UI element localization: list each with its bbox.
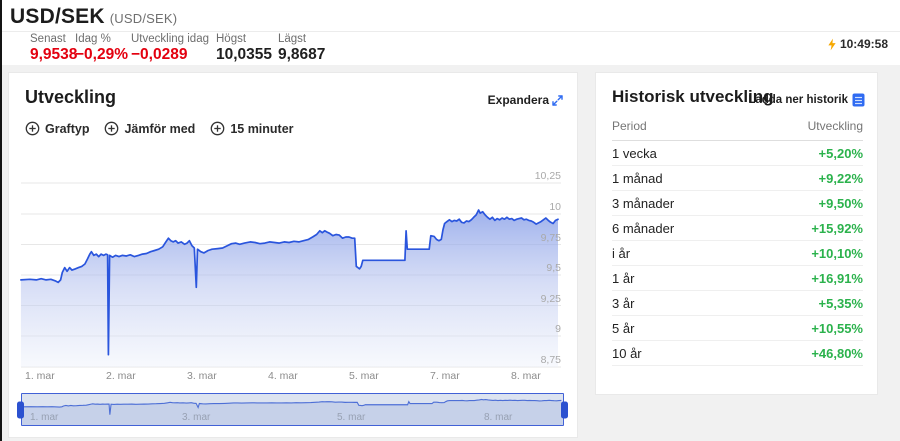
instrument-header: USD/SEK (USD/SEK) Senast 9,9538 Idag % −0…: [0, 0, 900, 65]
period-cell: 3 år: [612, 296, 634, 311]
value-cell: +15,92%: [811, 221, 863, 236]
value-cell: +10,10%: [811, 246, 863, 261]
table-row: 1 månad +9,22%: [612, 166, 863, 191]
table-row: i år +10,10%: [612, 241, 863, 266]
quote-time-text: 10:49:58: [840, 37, 888, 51]
period-cell: 1 månad: [612, 171, 663, 186]
navigator-chart: [22, 394, 563, 425]
stat-label: Idag %: [75, 33, 128, 45]
stat-label: Lägst: [278, 33, 325, 45]
table-row: 10 år +46,80%: [612, 341, 863, 366]
table-row: 5 år +10,55%: [612, 316, 863, 341]
table-row: 3 månader +9,50%: [612, 191, 863, 216]
document-download-icon: [852, 93, 865, 107]
interval-button[interactable]: 15 minuter: [210, 121, 293, 136]
compare-button[interactable]: Jämför med: [104, 121, 195, 136]
navigator-label: 8. mar: [484, 412, 512, 423]
download-history-label: Ladda ner historik: [748, 94, 848, 106]
table-row: 1 år +16,91%: [612, 266, 863, 291]
value-cell: +5,35%: [819, 296, 863, 311]
instrument-ticker: (USD/SEK): [110, 11, 178, 26]
circle-plus-icon: [210, 121, 225, 136]
value-cell: +16,91%: [811, 271, 863, 286]
charttype-button[interactable]: Graftyp: [25, 121, 89, 136]
price-area: [21, 210, 558, 367]
quote-timestamp: 10:49:58: [827, 37, 888, 51]
y-axis-label: 10,25: [515, 170, 561, 182]
value-cell: +5,20%: [819, 146, 863, 161]
value-cell: +9,50%: [819, 196, 863, 211]
x-axis-label: 4. mar: [268, 370, 298, 382]
y-axis-label: 9,5: [515, 262, 561, 274]
navigator-label: 5. mar: [337, 412, 365, 423]
period-cell: 1 år: [612, 271, 634, 286]
value-cell: +9,22%: [819, 171, 863, 186]
x-axis-label: 8. mar: [511, 370, 541, 382]
expand-arrows-icon: [552, 95, 563, 106]
period-cell: i år: [612, 246, 630, 261]
y-axis-label: 9,75: [515, 232, 561, 244]
header-divider: [0, 31, 900, 32]
history-panel: Historisk utveckling Ladda ner historik …: [595, 72, 878, 395]
col-period-header: Period: [612, 119, 647, 133]
col-utveckling-header: Utveckling: [808, 119, 863, 133]
x-axis-label: 5. mar: [349, 370, 379, 382]
navigator-label: 1. mar: [30, 412, 58, 423]
table-row: 3 år +5,35%: [612, 291, 863, 316]
circle-plus-icon: [104, 121, 119, 136]
stat-value: 9,9538: [30, 46, 77, 64]
circle-plus-icon: [25, 121, 40, 136]
history-table: 1 vecka +5,20% 1 månad +9,22% 3 månader …: [612, 141, 863, 366]
page-title: USD/SEK (USD/SEK): [10, 5, 177, 29]
y-axis-label: 9,25: [515, 293, 561, 305]
interval-label: 15 minuter: [230, 122, 293, 136]
stat-value: −0,0289: [131, 46, 209, 64]
navigator-handle-left[interactable]: [17, 401, 24, 418]
chart-panel-title: Utveckling: [25, 87, 116, 108]
history-table-header: Period Utveckling: [612, 119, 863, 133]
stat-utveckling-idag: Utveckling idag −0,0289: [131, 33, 209, 64]
stat-hogst: Högst 10,0355: [216, 33, 272, 64]
table-row: 1 vecka +5,20%: [612, 141, 863, 166]
stat-senast: Senast 9,9538: [30, 33, 77, 64]
stat-value: 10,0355: [216, 46, 272, 64]
chart-toolbar: Graftyp Jämför med 15 minuter: [25, 121, 294, 136]
stat-lagst: Lägst 9,8687: [278, 33, 325, 64]
stat-value: 9,8687: [278, 46, 325, 64]
x-axis-label: 7. mar: [430, 370, 460, 382]
x-axis-label: 3. mar: [187, 370, 217, 382]
charttype-label: Graftyp: [45, 122, 89, 136]
value-cell: +46,80%: [811, 346, 863, 361]
period-cell: 1 vecka: [612, 146, 657, 161]
stat-label: Utveckling idag: [131, 33, 209, 45]
x-axis-label: 1. mar: [25, 370, 55, 382]
expand-button[interactable]: Expandera: [488, 93, 563, 107]
stat-idag-pct: Idag % −0,29%: [75, 33, 128, 64]
navigator-handle-right[interactable]: [561, 401, 568, 418]
window-edge: [0, 0, 2, 441]
stat-label: Högst: [216, 33, 272, 45]
range-navigator[interactable]: 1. mar 3. mar 5. mar 8. mar: [21, 393, 564, 426]
value-cell: +10,55%: [811, 321, 863, 336]
lightning-icon: [827, 38, 837, 51]
stat-label: Senast: [30, 33, 77, 45]
download-history-link[interactable]: Ladda ner historik: [748, 93, 865, 107]
y-axis-label: 9: [515, 323, 561, 335]
instrument-name: USD/SEK: [10, 5, 105, 28]
price-chart[interactable]: [11, 149, 567, 373]
compare-label: Jämför med: [124, 122, 195, 136]
expand-label: Expandera: [488, 93, 549, 107]
y-axis-label: 10: [515, 201, 561, 213]
table-row: 6 månader +15,92%: [612, 216, 863, 241]
stat-value: −0,29%: [75, 46, 128, 64]
period-cell: 5 år: [612, 321, 634, 336]
y-axis-label: 8,75: [515, 354, 561, 366]
period-cell: 3 månader: [612, 196, 674, 211]
navigator-label: 3. mar: [182, 412, 210, 423]
x-axis-label: 2. mar: [106, 370, 136, 382]
chart-panel: Utveckling Expandera Graftyp Jämfö: [8, 72, 578, 438]
period-cell: 6 månader: [612, 221, 674, 236]
period-cell: 10 år: [612, 346, 642, 361]
